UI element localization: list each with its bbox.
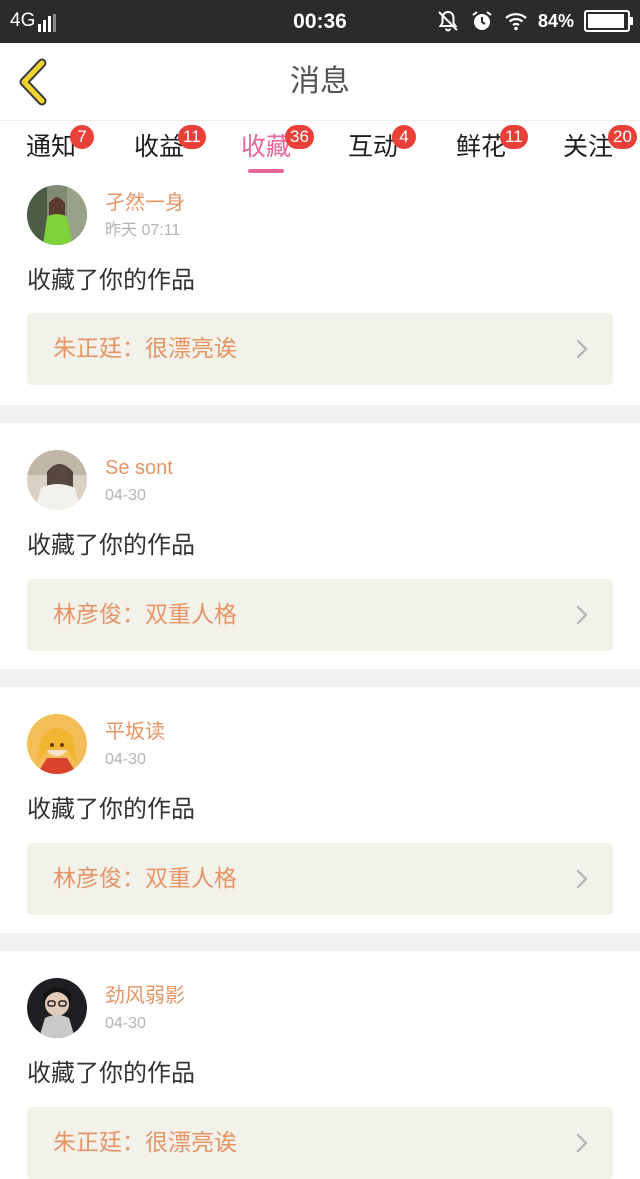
list-item: 孑然一身 昨天 07:11 收藏了你的作品 朱正廷：很漂亮诶	[0, 179, 640, 405]
app-header: 消息	[0, 43, 640, 121]
active-tab-indicator	[248, 169, 284, 173]
post-time: 04-30	[105, 751, 146, 768]
work-title: 林彦俊：双重人格	[53, 602, 237, 628]
page-title: 消息	[290, 64, 350, 99]
avatar-image	[27, 714, 87, 774]
avatar-image	[27, 450, 87, 510]
unread-badge: 11	[178, 125, 206, 149]
tab-favorites[interactable]: 收藏 36	[241, 125, 314, 176]
action-text: 收藏了你的作品	[27, 795, 195, 823]
work-title: 朱正廷：很漂亮诶	[53, 336, 237, 362]
favorites-feed: 孑然一身 昨天 07:11 收藏了你的作品 朱正廷：很漂亮诶 Se sont 0…	[0, 179, 640, 1179]
unread-badge: 36	[285, 125, 314, 149]
avatar-image	[27, 185, 87, 245]
unread-badge: 11	[500, 125, 528, 149]
tab-label: 通知	[26, 132, 77, 161]
tab-label: 鲜花	[456, 132, 507, 161]
tab-interactions[interactable]: 互动 4	[348, 125, 416, 176]
avatar[interactable]	[27, 185, 87, 245]
work-link[interactable]: 朱正廷：很漂亮诶	[27, 1107, 613, 1179]
list-item: 劲风弱影 04-30 收藏了你的作品 朱正廷：很漂亮诶	[0, 951, 640, 1179]
work-link[interactable]: 朱正廷：很漂亮诶	[27, 313, 613, 385]
wifi-icon	[505, 13, 527, 31]
battery-icon	[584, 10, 633, 32]
tab-label: 关注	[563, 132, 614, 161]
status-bar: 4G 00:36 84%	[0, 0, 640, 43]
avatar-image	[27, 978, 87, 1038]
chevron-right-icon	[576, 869, 588, 889]
divider	[0, 933, 640, 951]
unread-badge: 20	[608, 125, 637, 149]
unread-badge: 4	[392, 125, 416, 149]
post-time: 04-30	[105, 487, 146, 504]
chevron-right-icon	[576, 339, 588, 359]
alarm-icon	[472, 11, 492, 30]
user-name[interactable]: 劲风弱影	[105, 983, 185, 1009]
avatar[interactable]	[27, 450, 87, 510]
tab-following[interactable]: 关注 20	[563, 125, 637, 176]
work-title: 林彦俊：双重人格	[53, 866, 237, 892]
tab-flowers[interactable]: 鲜花 11	[456, 125, 528, 176]
avatar[interactable]	[27, 978, 87, 1038]
divider	[0, 405, 640, 423]
work-link[interactable]: 林彦俊：双重人格	[27, 579, 613, 651]
work-title: 朱正廷：很漂亮诶	[53, 1130, 237, 1156]
chevron-right-icon	[576, 605, 588, 625]
tab-label: 互动	[348, 132, 399, 161]
user-name[interactable]: Se sont	[105, 455, 173, 481]
tab-label: 收藏	[241, 132, 292, 161]
divider	[0, 669, 640, 687]
mute-bell-icon	[438, 10, 458, 32]
action-text: 收藏了你的作品	[27, 531, 195, 559]
unread-badge: 7	[70, 125, 94, 149]
list-item: Se sont 04-30 收藏了你的作品 林彦俊：双重人格	[0, 423, 640, 669]
work-link[interactable]: 林彦俊：双重人格	[27, 843, 613, 915]
action-text: 收藏了你的作品	[27, 266, 195, 294]
action-text: 收藏了你的作品	[27, 1059, 195, 1087]
chevron-right-icon	[576, 1133, 588, 1153]
avatar[interactable]	[27, 714, 87, 774]
tab-notifications[interactable]: 通知 7	[26, 125, 94, 176]
message-tabs: 通知 7 收益 11 收藏 36 互动 4 鲜花 11 关注 20	[0, 121, 640, 179]
post-time: 04-30	[105, 1015, 146, 1032]
post-time: 昨天 07:11	[105, 222, 181, 239]
user-name[interactable]: 孑然一身	[105, 190, 185, 216]
battery-percent: 84%	[537, 11, 574, 31]
tab-earnings[interactable]: 收益 11	[134, 125, 206, 176]
list-item: 平坂读 04-30 收藏了你的作品 林彦俊：双重人格	[0, 687, 640, 933]
user-name[interactable]: 平坂读	[105, 719, 165, 745]
tab-label: 收益	[134, 132, 185, 161]
